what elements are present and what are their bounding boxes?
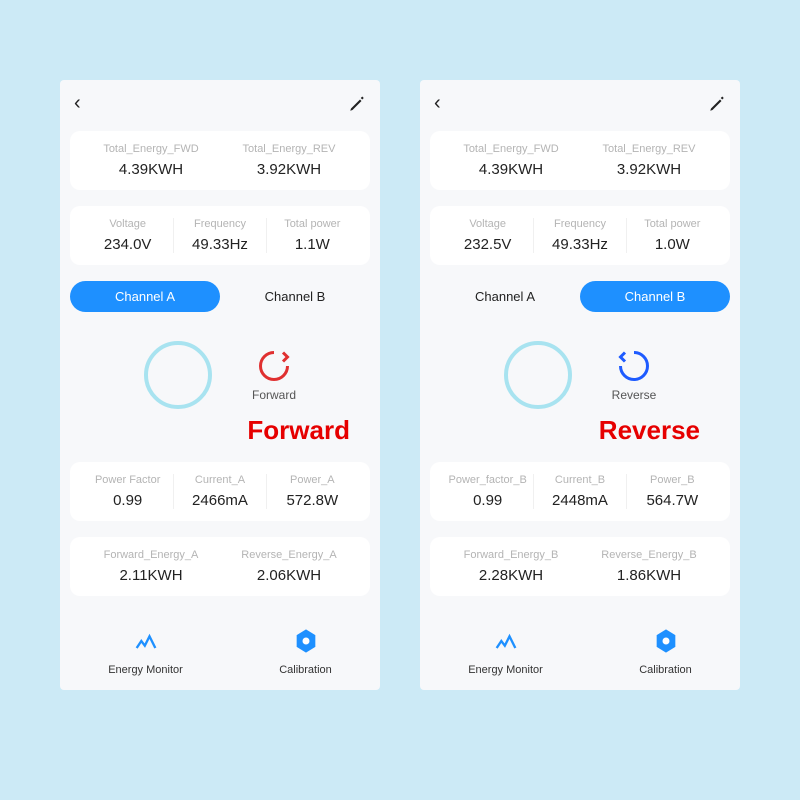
forward-energy-label: Forward_Energy_B	[464, 549, 559, 561]
total-power-value: 1.0W	[655, 236, 690, 253]
total-fwd-label: Total_Energy_FWD	[103, 143, 198, 155]
current-label: Current_B	[555, 474, 605, 486]
tab-channel-a[interactable]: Channel A	[70, 281, 220, 312]
nav-calibration-label: Calibration	[639, 664, 692, 676]
power-factor-value: 0.99	[473, 492, 502, 509]
total-rev-label: Total_Energy_REV	[603, 143, 696, 155]
channel-stats-card: Power_factor_B 0.99 Current_B 2448mA Power…	[430, 462, 730, 521]
total-energy-card: Total_Energy_FWD 4.39KWH Total_Energy_REV…	[430, 131, 730, 190]
power-value: 564.7W	[646, 492, 698, 509]
channel-energy-card: Forward_Energy_A 2.11KWH Reverse_Energy_A…	[70, 537, 370, 596]
nav-energy-monitor[interactable]: Energy Monitor	[108, 624, 183, 676]
total-energy-card: Total_Energy_FWD 4.39KWH Total_Energy_REV…	[70, 131, 370, 190]
voltage-value: 234.0V	[104, 236, 152, 253]
nav-calibration[interactable]: Calibration	[639, 624, 692, 676]
power-label: Power_B	[650, 474, 695, 486]
total-rev-value: 3.92KWH	[257, 161, 321, 178]
voltage-label: Voltage	[469, 218, 506, 230]
channel-energy-card: Forward_Energy_B 2.28KWH Reverse_Energy_B…	[430, 537, 730, 596]
pencil-icon	[708, 95, 726, 113]
power-value: 572.8W	[286, 492, 338, 509]
phone-left: ‹ Total_Energy_FWD 4.39KWH Total_Energy_R…	[60, 80, 380, 690]
power-factor-label: Power_factor_B	[449, 474, 527, 486]
frequency-label: Frequency	[554, 218, 606, 230]
power-factor-label: Power Factor	[95, 474, 160, 486]
channel-stats-card: Power Factor 0.99 Current_A 2466mA Power_A…	[70, 462, 370, 521]
header: ‹	[60, 80, 380, 123]
realtime-card: Voltage 234.0V Frequency 49.33Hz Total pow…	[70, 206, 370, 265]
total-power-label: Total power	[644, 218, 700, 230]
tab-channel-a[interactable]: Channel A	[430, 281, 580, 312]
gear-icon	[289, 624, 323, 658]
pencil-icon	[348, 95, 366, 113]
voltage-value: 232.5V	[464, 236, 512, 253]
power-factor-value: 0.99	[113, 492, 142, 509]
edit-button[interactable]	[348, 95, 366, 113]
total-power-value: 1.1W	[295, 236, 330, 253]
voltage-label: Voltage	[109, 218, 146, 230]
forward-energy-value: 2.28KWH	[479, 567, 543, 584]
frequency-label: Frequency	[194, 218, 246, 230]
forward-arrow-icon	[256, 348, 292, 384]
direction-label: Forward	[252, 388, 296, 402]
back-button[interactable]: ‹	[434, 92, 441, 115]
direction-overlay-text: Reverse	[599, 415, 700, 446]
power-label: Power_A	[290, 474, 335, 486]
gear-icon	[649, 624, 683, 658]
total-fwd-value: 4.39KWH	[119, 161, 183, 178]
direction-indicator: Forward	[252, 348, 296, 402]
reverse-energy-value: 2.06KWH	[257, 567, 321, 584]
current-value: 2448mA	[552, 492, 608, 509]
bottom-nav: Energy Monitor Calibration	[60, 610, 380, 690]
channel-tabs: Channel A Channel B	[430, 281, 730, 312]
nav-energy-monitor-label: Energy Monitor	[468, 664, 543, 676]
nav-energy-monitor-label: Energy Monitor	[108, 664, 183, 676]
total-rev-value: 3.92KWH	[617, 161, 681, 178]
direction-indicator: Reverse	[612, 348, 657, 402]
nav-calibration[interactable]: Calibration	[279, 624, 332, 676]
current-label: Current_A	[195, 474, 245, 486]
direction-visual: Forward Forward	[70, 330, 370, 420]
current-value: 2466mA	[192, 492, 248, 509]
forward-energy-value: 2.11KWH	[119, 567, 182, 584]
header: ‹	[420, 80, 740, 123]
total-rev-label: Total_Energy_REV	[243, 143, 336, 155]
realtime-card: Voltage 232.5V Frequency 49.33Hz Total pow…	[430, 206, 730, 265]
bottom-nav: Energy Monitor Calibration	[420, 610, 740, 690]
direction-label: Reverse	[612, 388, 657, 402]
direction-visual: Reverse Reverse	[430, 330, 730, 420]
frequency-value: 49.33Hz	[192, 236, 248, 253]
direction-overlay-text: Forward	[247, 415, 350, 446]
chart-icon	[489, 624, 523, 658]
back-button[interactable]: ‹	[74, 92, 81, 115]
tab-channel-b[interactable]: Channel B	[580, 281, 730, 312]
reverse-energy-label: Reverse_Energy_A	[241, 549, 336, 561]
nav-calibration-label: Calibration	[279, 664, 332, 676]
total-power-label: Total power	[284, 218, 340, 230]
frequency-value: 49.33Hz	[552, 236, 608, 253]
edit-button[interactable]	[708, 95, 726, 113]
reverse-energy-value: 1.86KWH	[617, 567, 681, 584]
phone-right: ‹ Total_Energy_FWD 4.39KWH Total_Energy_R…	[420, 80, 740, 690]
reverse-energy-label: Reverse_Energy_B	[601, 549, 696, 561]
activity-ring-icon	[504, 341, 572, 409]
total-fwd-label: Total_Energy_FWD	[463, 143, 558, 155]
channel-tabs: Channel A Channel B	[70, 281, 370, 312]
reverse-arrow-icon	[616, 348, 652, 384]
nav-energy-monitor[interactable]: Energy Monitor	[468, 624, 543, 676]
tab-channel-b[interactable]: Channel B	[220, 281, 370, 312]
forward-energy-label: Forward_Energy_A	[104, 549, 199, 561]
chart-icon	[129, 624, 163, 658]
total-fwd-value: 4.39KWH	[479, 161, 543, 178]
activity-ring-icon	[144, 341, 212, 409]
